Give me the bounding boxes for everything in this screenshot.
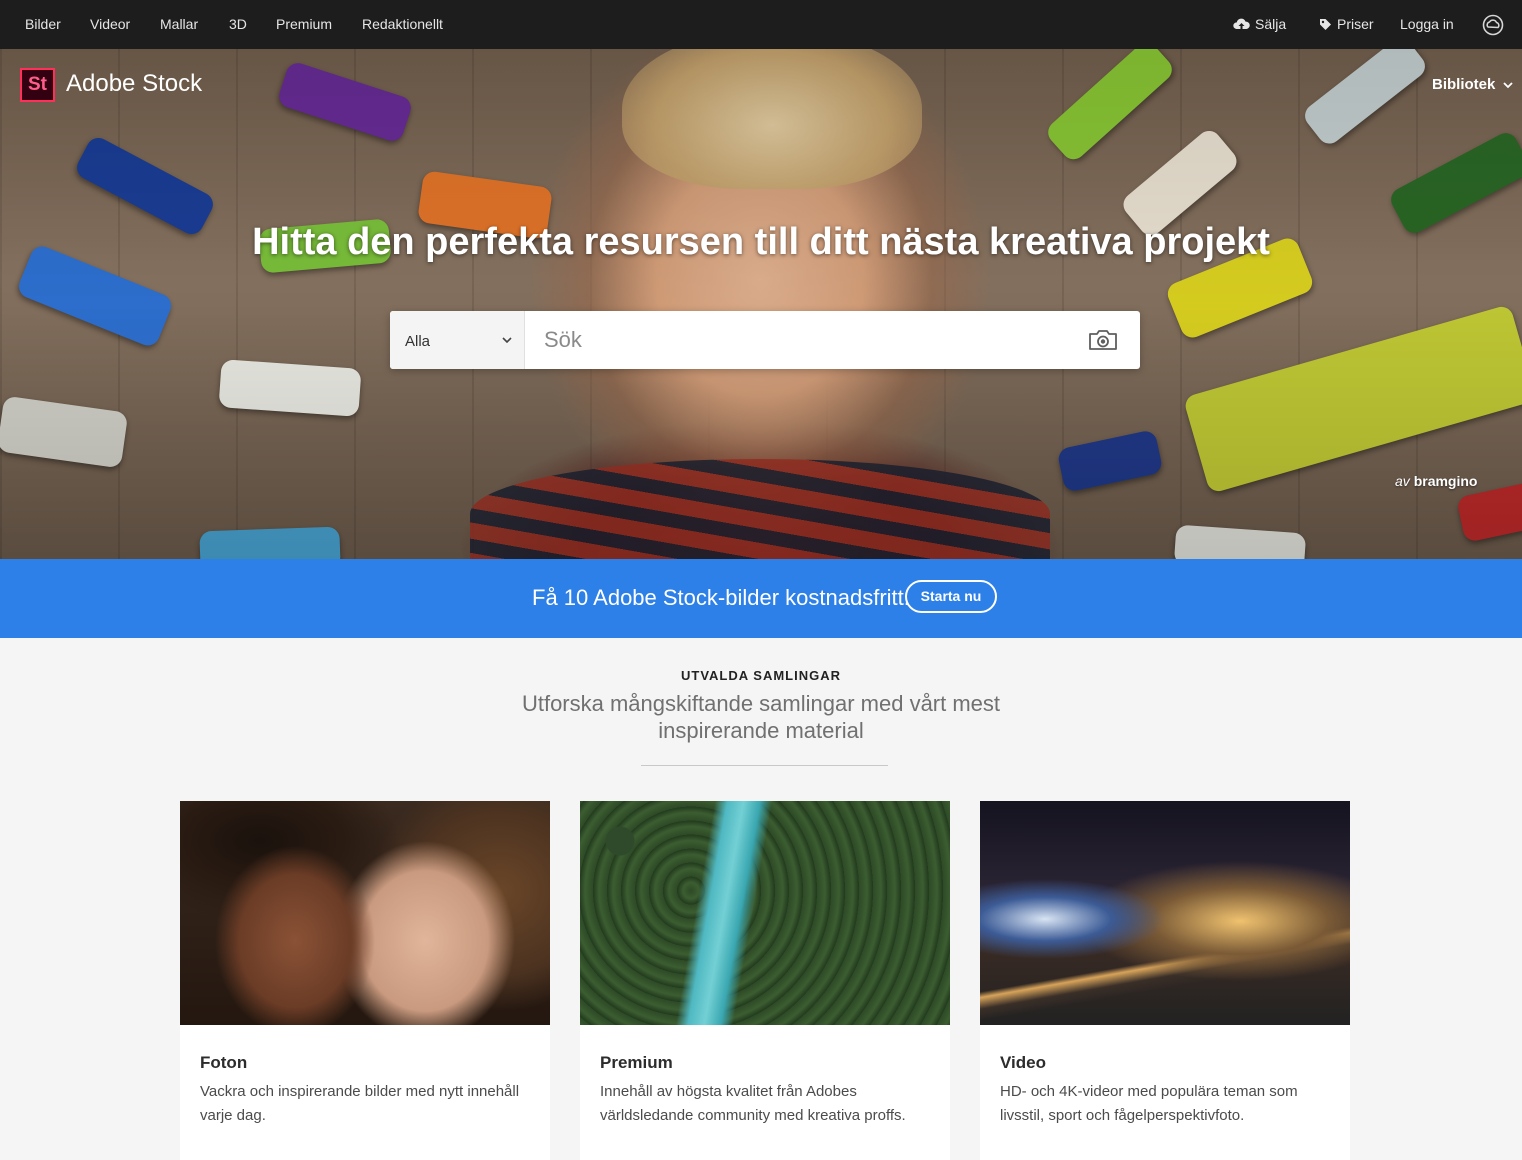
chevron-down-icon (502, 337, 512, 343)
pricing-label: Priser (1337, 16, 1374, 32)
nav-item-redaktionellt[interactable]: Redaktionellt (362, 0, 443, 49)
nav-item-videor[interactable]: Videor (90, 0, 130, 49)
collection-image-premium (580, 801, 950, 1025)
pricing-link[interactable]: Priser (1319, 0, 1374, 49)
collection-image-foton (180, 801, 550, 1025)
photo-credit-prefix: av (1395, 473, 1410, 489)
collection-description: HD- och 4K-videor med populära teman som… (1000, 1083, 1298, 1124)
collection-description: Innehåll av högsta kvalitet från Adobes … (600, 1083, 906, 1124)
collection-title: Premium (600, 1053, 673, 1072)
collection-card-video[interactable]: Video HD- och 4K-videor med populära tem… (980, 801, 1350, 1160)
hero-title: Hitta den perfekta resursen till ditt nä… (252, 221, 1270, 263)
hero-photo-overlay (0, 49, 1522, 559)
chevron-down-icon (1502, 82, 1513, 89)
section-eyebrow: UTVALDA SAMLINGAR (681, 668, 841, 683)
nav-item-mallar[interactable]: Mallar (160, 0, 198, 49)
collection-description: Vackra och inspirerande bilder med nytt … (200, 1083, 520, 1124)
category-select-value: Alla (405, 333, 431, 350)
camera-icon[interactable] (1088, 328, 1118, 352)
library-menu[interactable]: Bibliotek (1432, 76, 1513, 93)
photo-credit: av bramgino (1395, 473, 1477, 489)
nav-item-3d[interactable]: 3D (229, 0, 247, 49)
library-label: Bibliotek (1432, 76, 1496, 93)
nav-item-premium[interactable]: Premium (276, 0, 332, 49)
nav-item-bilder[interactable]: Bilder (25, 0, 61, 49)
sell-label: Sälja (1255, 16, 1287, 32)
promo-text: Få 10 Adobe Stock-bilder kostnadsfritt. (532, 585, 910, 610)
tag-icon (1320, 18, 1331, 30)
section-subtitle: Utforska mångskiftande samlingar med vår… (521, 691, 1001, 743)
stock-logo-mark: St (20, 68, 55, 102)
stock-logo-text: Adobe Stock (66, 70, 203, 97)
creative-cloud-icon[interactable] (1482, 14, 1504, 36)
collection-card-foton[interactable]: Foton Vackra och inspirerande bilder med… (180, 801, 550, 1160)
start-now-button[interactable]: Starta nu (905, 580, 997, 613)
photo-credit-author-link[interactable]: bramgino (1414, 473, 1478, 489)
promo-banner: Få 10 Adobe Stock-bilder kostnadsfritt. … (0, 559, 1522, 638)
section-divider (641, 765, 888, 766)
collection-image-video (980, 801, 1350, 1025)
collection-card-premium[interactable]: Premium Innehåll av högsta kvalitet från… (580, 801, 950, 1160)
collection-title: Video (1000, 1053, 1046, 1072)
hero-banner: St Adobe Stock Bibliotek Hitta den perfe… (0, 49, 1522, 559)
search-bar: Alla (390, 311, 1140, 369)
sell-link[interactable]: Sälja (1233, 0, 1286, 49)
search-input[interactable] (544, 321, 1064, 359)
login-link[interactable]: Logga in (1400, 0, 1454, 49)
collection-title: Foton (200, 1053, 248, 1072)
cloud-upload-icon (1233, 18, 1250, 31)
top-navigation: Bilder Videor Mallar 3D Premium Redaktio… (0, 0, 1522, 49)
category-select[interactable]: Alla (390, 311, 525, 369)
